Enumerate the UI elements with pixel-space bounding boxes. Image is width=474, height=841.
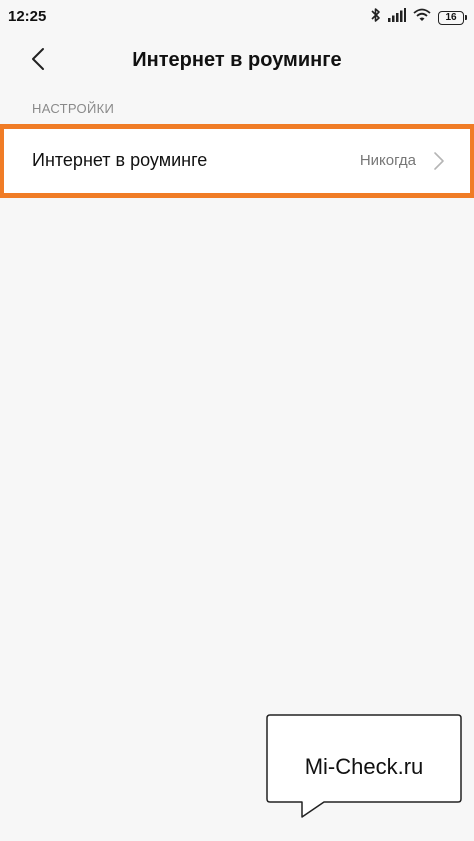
signal-icon — [388, 8, 406, 27]
header: Интернет в роуминге — [0, 32, 474, 90]
chevron-right-icon — [432, 151, 446, 171]
status-time: 12:25 — [8, 8, 47, 25]
page-title: Интернет в роуминге — [132, 49, 342, 71]
section-label: НАСТРОЙКИ — [32, 101, 115, 116]
watermark-text: Mi-Check.ru — [304, 754, 424, 779]
status-bar: 12:25 16 — [0, 0, 474, 32]
wifi-icon — [413, 8, 431, 27]
watermark: Mi-Check.ru — [266, 714, 462, 818]
status-icons: 16 — [371, 7, 467, 28]
battery-icon: 16 — [438, 10, 467, 25]
row-value: Никогда — [359, 152, 416, 169]
roaming-internet-row[interactable]: Интернет в роуминге Никогда — [4, 129, 470, 193]
bluetooth-icon — [371, 7, 381, 28]
row-label: Интернет в роуминге — [32, 150, 208, 170]
